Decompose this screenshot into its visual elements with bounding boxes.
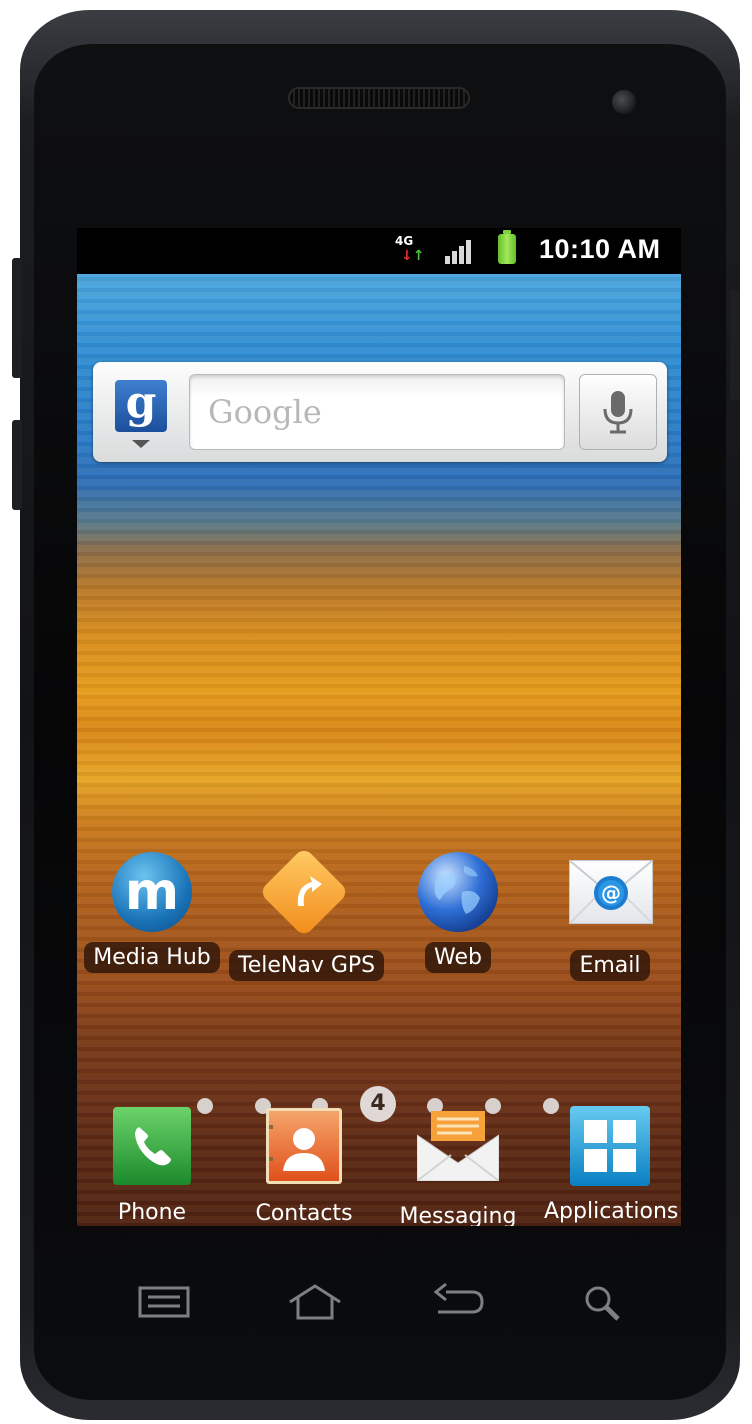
dropdown-caret-icon[interactable]	[132, 440, 150, 448]
status-bar: 4G ↓↑ 10:10 AM	[77, 228, 681, 274]
clock: 10:10 AM	[539, 234, 661, 264]
app-label: Contacts	[255, 1201, 353, 1226]
svg-text:@: @	[601, 881, 621, 905]
battery-icon	[498, 230, 516, 264]
app-label: TeleNav GPS	[229, 950, 385, 981]
search-placeholder: Google	[208, 393, 322, 431]
app-web[interactable]: Web	[383, 850, 533, 973]
globe-icon	[418, 852, 498, 932]
signal-strength-icon	[445, 238, 475, 264]
applications-grid-icon	[570, 1106, 650, 1186]
microphone-icon	[603, 391, 633, 434]
app-media-hub[interactable]: m Media Hub	[77, 850, 227, 973]
app-label: Email	[570, 950, 650, 981]
google-search-widget[interactable]: g Google	[93, 362, 667, 462]
front-camera	[612, 90, 636, 114]
app-label: Applications	[544, 1199, 679, 1224]
search-input[interactable]: Google	[189, 374, 565, 450]
dock-messaging[interactable]: Messaging	[383, 1104, 533, 1226]
contacts-icon	[266, 1108, 342, 1184]
data-activity-arrows-icon: ↓↑	[401, 248, 425, 264]
email-envelope-icon: @	[569, 860, 653, 924]
power-button[interactable]	[730, 290, 740, 400]
home-key[interactable]	[288, 1282, 342, 1322]
network-type: 4G	[395, 234, 414, 248]
app-label: Messaging	[399, 1204, 517, 1226]
telenav-gps-icon	[258, 846, 350, 938]
screen: 4G ↓↑ 10:10 AM g Google m Media Hub Tele…	[77, 228, 681, 1226]
app-label: Phone	[117, 1200, 187, 1225]
earpiece-speaker	[288, 87, 470, 109]
menu-key[interactable]	[138, 1282, 192, 1322]
search-key-icon	[585, 1286, 620, 1321]
side-key[interactable]	[12, 420, 22, 510]
app-label: Web	[425, 942, 491, 973]
phone-icon	[113, 1107, 191, 1185]
app-email[interactable]: @ Email	[535, 850, 681, 981]
menu-key-icon	[138, 1286, 190, 1318]
search-key[interactable]	[578, 1282, 632, 1322]
dock-contacts[interactable]: Contacts	[229, 1104, 379, 1226]
voice-search-button[interactable]	[579, 374, 657, 450]
network-4g-icon: 4G ↓↑	[395, 234, 425, 266]
app-label: Media Hub	[84, 942, 220, 973]
media-hub-icon: m	[112, 852, 192, 932]
google-logo-icon[interactable]: g	[115, 380, 167, 432]
dock-applications[interactable]: Applications	[535, 1104, 681, 1226]
volume-button[interactable]	[12, 258, 22, 378]
app-telenav-gps[interactable]: TeleNav GPS	[229, 846, 385, 981]
home-wallpaper: g Google m Media Hub TeleNav GPS Web @ E…	[77, 274, 681, 1226]
dock-phone[interactable]: Phone	[77, 1104, 227, 1226]
messaging-icon	[416, 1111, 500, 1182]
back-key[interactable]	[432, 1282, 486, 1322]
back-key-icon	[433, 1282, 484, 1314]
home-key-icon	[289, 1284, 341, 1320]
